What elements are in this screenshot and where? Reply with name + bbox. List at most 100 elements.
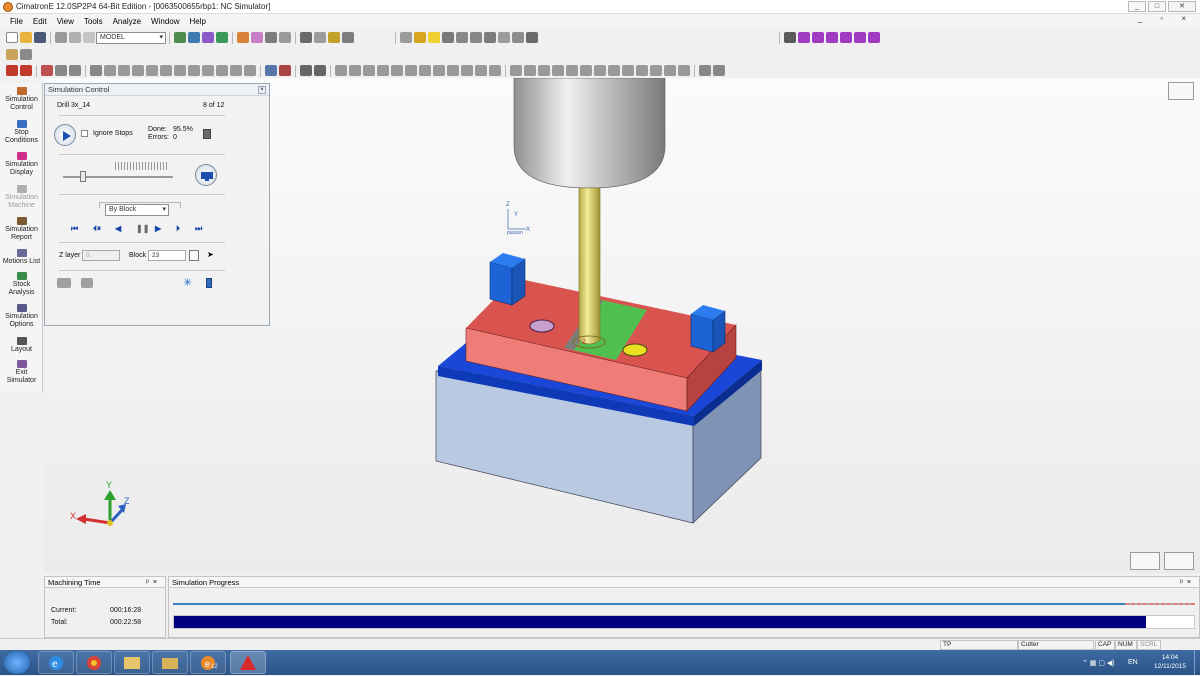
light-icon[interactable] — [328, 32, 340, 43]
holder-display-icon[interactable] — [81, 278, 93, 288]
step-forward-button[interactable]: ▶ — [155, 224, 161, 233]
skip-to-end-button[interactable]: ⏭ — [195, 224, 202, 234]
rotate-view-icon[interactable] — [202, 32, 214, 43]
sidebar-item-simulation-control[interactable]: Simulation Control — [0, 87, 43, 112]
right-view-icon[interactable] — [826, 32, 838, 43]
cross-icon[interactable] — [524, 65, 536, 76]
dimension-icon[interactable] — [699, 65, 711, 76]
z-layer-input[interactable]: 0. — [82, 250, 120, 261]
sidebar-item-simulation-options[interactable]: Simulation Options — [0, 304, 43, 329]
view-dropdown-icon[interactable] — [265, 32, 277, 43]
select-filter-icon[interactable] — [55, 32, 67, 43]
start-button[interactable] — [4, 651, 30, 674]
front-view-icon[interactable] — [798, 32, 810, 43]
taskbar-folder-icon[interactable] — [152, 651, 188, 674]
filter-select-icon[interactable] — [41, 65, 53, 76]
selection-filter-icon[interactable] — [279, 65, 291, 76]
simulator-view-button[interactable] — [1130, 552, 1160, 570]
curve-icon[interactable] — [55, 65, 67, 76]
arrow-right-icon[interactable] — [470, 32, 482, 43]
rule-icon[interactable] — [650, 65, 662, 76]
next-step-button[interactable]: ⏵ — [176, 224, 180, 234]
angle-icon[interactable] — [713, 65, 725, 76]
view-cube-icon[interactable] — [237, 32, 249, 43]
camera-view-button[interactable] — [195, 164, 217, 186]
extend-icon[interactable] — [202, 65, 214, 76]
parting-icon[interactable] — [636, 65, 648, 76]
spline-icon[interactable] — [566, 65, 578, 76]
rewind-to-start-button[interactable]: ⏮ — [71, 224, 78, 234]
pause-button[interactable]: ❚❚ — [136, 224, 149, 233]
sidebar-item-stop-conditions[interactable]: Stop Conditions — [0, 120, 43, 145]
analyze-icon[interactable] — [314, 65, 326, 76]
menu-tools[interactable]: Tools — [84, 17, 103, 26]
taskbar-ecimatron-icon[interactable]: e 12 — [190, 651, 226, 674]
revolve-icon[interactable] — [363, 65, 375, 76]
chart-icon[interactable] — [526, 32, 538, 43]
show-desktop-button[interactable] — [1194, 650, 1200, 675]
shading-icon[interactable] — [279, 32, 291, 43]
tool-icon[interactable] — [6, 49, 18, 60]
pattern-icon[interactable] — [447, 65, 459, 76]
speed-slider-thumb[interactable] — [79, 171, 86, 182]
menu-analyze[interactable]: Analyze — [113, 17, 141, 26]
sidebar-item-simulation-report[interactable]: Simulation Report — [0, 217, 43, 242]
top-view-icon[interactable] — [812, 32, 824, 43]
arrow-left-icon[interactable] — [456, 32, 468, 43]
filter-funnel-icon[interactable] — [442, 32, 454, 43]
menu-edit[interactable]: Edit — [33, 17, 47, 26]
extrude-icon[interactable] — [349, 65, 361, 76]
minimize-button[interactable]: _ — [1128, 1, 1146, 12]
sidebar-item-layout[interactable]: Layout — [0, 337, 43, 354]
pin-close-icon[interactable]: ᵖ× — [1180, 577, 1195, 588]
previous-step-button[interactable]: ⏴⏸ — [93, 224, 101, 234]
model-combo[interactable]: MODEL ▾ — [96, 31, 166, 44]
back-view-icon[interactable] — [840, 32, 852, 43]
language-indicator[interactable]: EN — [1128, 659, 1138, 666]
ignore-stops-checkbox[interactable] — [81, 130, 88, 137]
project-icon[interactable] — [594, 65, 606, 76]
hole-icon[interactable] — [433, 65, 445, 76]
mirror-icon[interactable] — [132, 65, 144, 76]
menu-view[interactable]: View — [57, 17, 74, 26]
offset-surface-icon[interactable] — [664, 65, 676, 76]
view-iso-icon[interactable] — [251, 32, 263, 43]
chamfer-icon[interactable] — [230, 65, 242, 76]
delete-icon[interactable] — [20, 65, 32, 76]
move-icon[interactable] — [104, 65, 116, 76]
circle-icon[interactable] — [538, 65, 550, 76]
bulb-icon[interactable] — [428, 32, 440, 43]
maximize-button[interactable]: □ — [1148, 1, 1166, 12]
boolean-icon[interactable] — [461, 65, 473, 76]
tray-icons[interactable]: ⌃ ▦ ▢ ◀) — [1082, 659, 1115, 667]
simulator-icon[interactable] — [6, 65, 18, 76]
open-file-icon[interactable] — [20, 32, 32, 43]
mdi-window-controls[interactable]: _ ▫ × — [1138, 14, 1194, 23]
scale-icon[interactable] — [146, 65, 158, 76]
cursor-icon[interactable] — [400, 32, 412, 43]
menu-file[interactable]: File — [10, 17, 23, 26]
panel-close-button[interactable]: × — [258, 86, 266, 94]
paste-icon[interactable] — [512, 32, 524, 43]
fillet-icon[interactable] — [216, 65, 228, 76]
zoom-window-icon[interactable] — [188, 32, 200, 43]
reset-stock-icon[interactable]: ✳ — [183, 276, 192, 289]
sweep-icon[interactable] — [377, 65, 389, 76]
line-icon[interactable] — [510, 65, 522, 76]
layer-icon[interactable] — [342, 32, 354, 43]
split-icon[interactable] — [174, 65, 186, 76]
report-icon[interactable] — [203, 129, 211, 139]
tree-icon[interactable] — [484, 32, 496, 43]
draft-icon[interactable] — [244, 65, 256, 76]
menu-window[interactable]: Window — [151, 17, 179, 26]
arc-icon[interactable] — [552, 65, 564, 76]
taskbar-ie-icon[interactable]: e — [38, 651, 74, 674]
shell-icon[interactable] — [419, 65, 431, 76]
trim-icon[interactable] — [188, 65, 200, 76]
machine-view-button[interactable] — [1164, 552, 1194, 570]
group-icon[interactable] — [90, 65, 102, 76]
rotate-icon[interactable] — [118, 65, 130, 76]
blend-icon[interactable] — [405, 65, 417, 76]
sketch-icon[interactable] — [335, 65, 347, 76]
close-button[interactable]: ✕ — [1168, 1, 1196, 12]
